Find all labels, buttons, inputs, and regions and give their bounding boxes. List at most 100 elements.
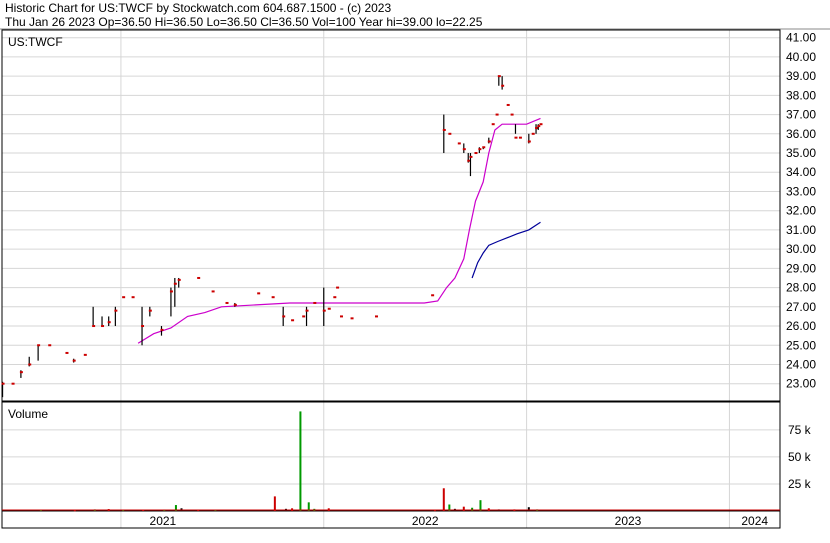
year-tick-label: 2021 xyxy=(150,514,177,528)
price-tick-label: 28.00 xyxy=(786,281,816,295)
price-close-marker xyxy=(65,351,69,354)
price-close-marker xyxy=(148,309,152,312)
volume-bar xyxy=(471,507,474,511)
price-tick-label: 29.00 xyxy=(786,261,816,275)
price-close-marker xyxy=(225,301,229,304)
price-close-marker xyxy=(177,278,181,281)
price-close-marker xyxy=(333,296,337,299)
price-close-marker xyxy=(487,140,491,143)
price-close-marker xyxy=(442,128,446,131)
volume-tick-label: 75 k xyxy=(788,423,812,437)
long-moving-average-line xyxy=(471,221,541,279)
grid-lines xyxy=(2,30,780,528)
year-tick-label: 2023 xyxy=(615,514,642,528)
volume-bars xyxy=(2,411,780,512)
price-tick-label: 34.00 xyxy=(786,165,816,179)
volume-tick-label: 50 k xyxy=(788,450,812,464)
price-close-marker xyxy=(11,382,15,385)
volume-bar xyxy=(442,488,445,511)
price-close-marker xyxy=(431,294,435,297)
price-close-marker xyxy=(141,325,145,328)
price-close-marker xyxy=(474,152,478,155)
price-close-marker xyxy=(336,286,340,289)
price-close-marker xyxy=(92,325,96,328)
price-close-marker xyxy=(313,301,317,304)
price-tick-label: 37.00 xyxy=(786,108,816,122)
axes: 41.00 40.00 39.00 38.00 37.00 36.00 35.00 34.00… xyxy=(150,31,817,528)
volume-bar xyxy=(299,411,302,511)
short-moving-average-line xyxy=(137,117,541,344)
price-tick-label: 33.00 xyxy=(786,184,816,198)
price-close-marker xyxy=(510,113,514,116)
price-tick-label: 38.00 xyxy=(786,88,816,102)
price-close-marker xyxy=(506,103,510,106)
price-close-marker xyxy=(537,125,541,128)
volume-bar xyxy=(22,510,25,512)
price-close-marker xyxy=(374,315,378,318)
price-tick-label: 24.00 xyxy=(786,357,816,371)
price-close-marker xyxy=(514,136,518,139)
price-tick-label: 41.00 xyxy=(786,31,816,45)
stock-chart: 41.00 40.00 39.00 38.00 37.00 36.00 35.00 34.00… xyxy=(0,28,830,529)
volume-tick-label: 25 k xyxy=(788,477,812,491)
price-close-marker xyxy=(271,296,275,299)
price-tick-label: 30.00 xyxy=(786,242,816,256)
price-close-marker xyxy=(28,363,32,366)
volume-bar xyxy=(273,496,276,511)
price-close-marker xyxy=(322,309,326,312)
price-close-marker xyxy=(173,282,177,285)
price-close-marker xyxy=(282,315,286,318)
price-close-marker xyxy=(101,325,105,328)
price-close-marker xyxy=(302,315,306,318)
price-tick-label: 31.00 xyxy=(786,223,816,237)
price-close-marker xyxy=(1,382,5,385)
price-tick-label: 27.00 xyxy=(786,300,816,314)
price-close-marker xyxy=(457,142,461,145)
price-close-marker xyxy=(114,309,118,312)
price-close-marker xyxy=(160,328,164,331)
price-close-marker xyxy=(531,132,535,135)
price-close-marker xyxy=(491,123,495,126)
price-tick-label: 32.00 xyxy=(786,204,816,218)
panel-frames xyxy=(0,28,830,529)
price-close-marker xyxy=(83,353,87,356)
price-close-marker xyxy=(211,290,215,293)
price-close-marker xyxy=(197,276,201,279)
price-close-marker xyxy=(448,132,452,135)
price-close-marker xyxy=(339,315,343,318)
price-close-marker xyxy=(72,359,76,362)
price-tick-label: 35.00 xyxy=(786,146,816,160)
price-close-marker xyxy=(501,84,505,87)
price-close-marker xyxy=(469,155,473,158)
volume-panel-label: Volume xyxy=(8,407,48,421)
price-close-marker xyxy=(350,317,354,320)
price-close-marker xyxy=(19,371,23,374)
price-close-marker xyxy=(233,303,237,306)
volume-bar xyxy=(62,510,65,512)
volume-bar xyxy=(479,500,482,511)
price-close-marker xyxy=(122,296,126,299)
price-close-marker xyxy=(478,148,482,151)
price-tick-label: 40.00 xyxy=(786,50,816,64)
price-close-marker xyxy=(48,344,52,347)
price-close-marker xyxy=(497,75,501,78)
year-tick-label: 2022 xyxy=(412,514,439,528)
price-close-marker xyxy=(467,159,471,162)
price-close-marker xyxy=(257,292,261,295)
price-bars xyxy=(1,75,543,398)
price-panel-label: US:TWCF xyxy=(8,35,63,49)
price-close-marker xyxy=(169,290,173,293)
price-tick-label: 26.00 xyxy=(786,319,816,333)
price-close-marker xyxy=(518,136,522,139)
year-tick-label: 2024 xyxy=(741,514,768,528)
price-close-marker xyxy=(527,140,531,143)
price-tick-label: 23.00 xyxy=(786,377,816,391)
price-tick-label: 39.00 xyxy=(786,69,816,83)
price-close-marker xyxy=(291,319,295,322)
price-close-marker xyxy=(535,127,539,130)
price-tick-label: 25.00 xyxy=(786,338,816,352)
price-tick-label: 36.00 xyxy=(786,127,816,141)
price-close-marker xyxy=(305,309,309,312)
price-close-marker xyxy=(495,113,499,116)
price-close-marker xyxy=(482,146,486,149)
